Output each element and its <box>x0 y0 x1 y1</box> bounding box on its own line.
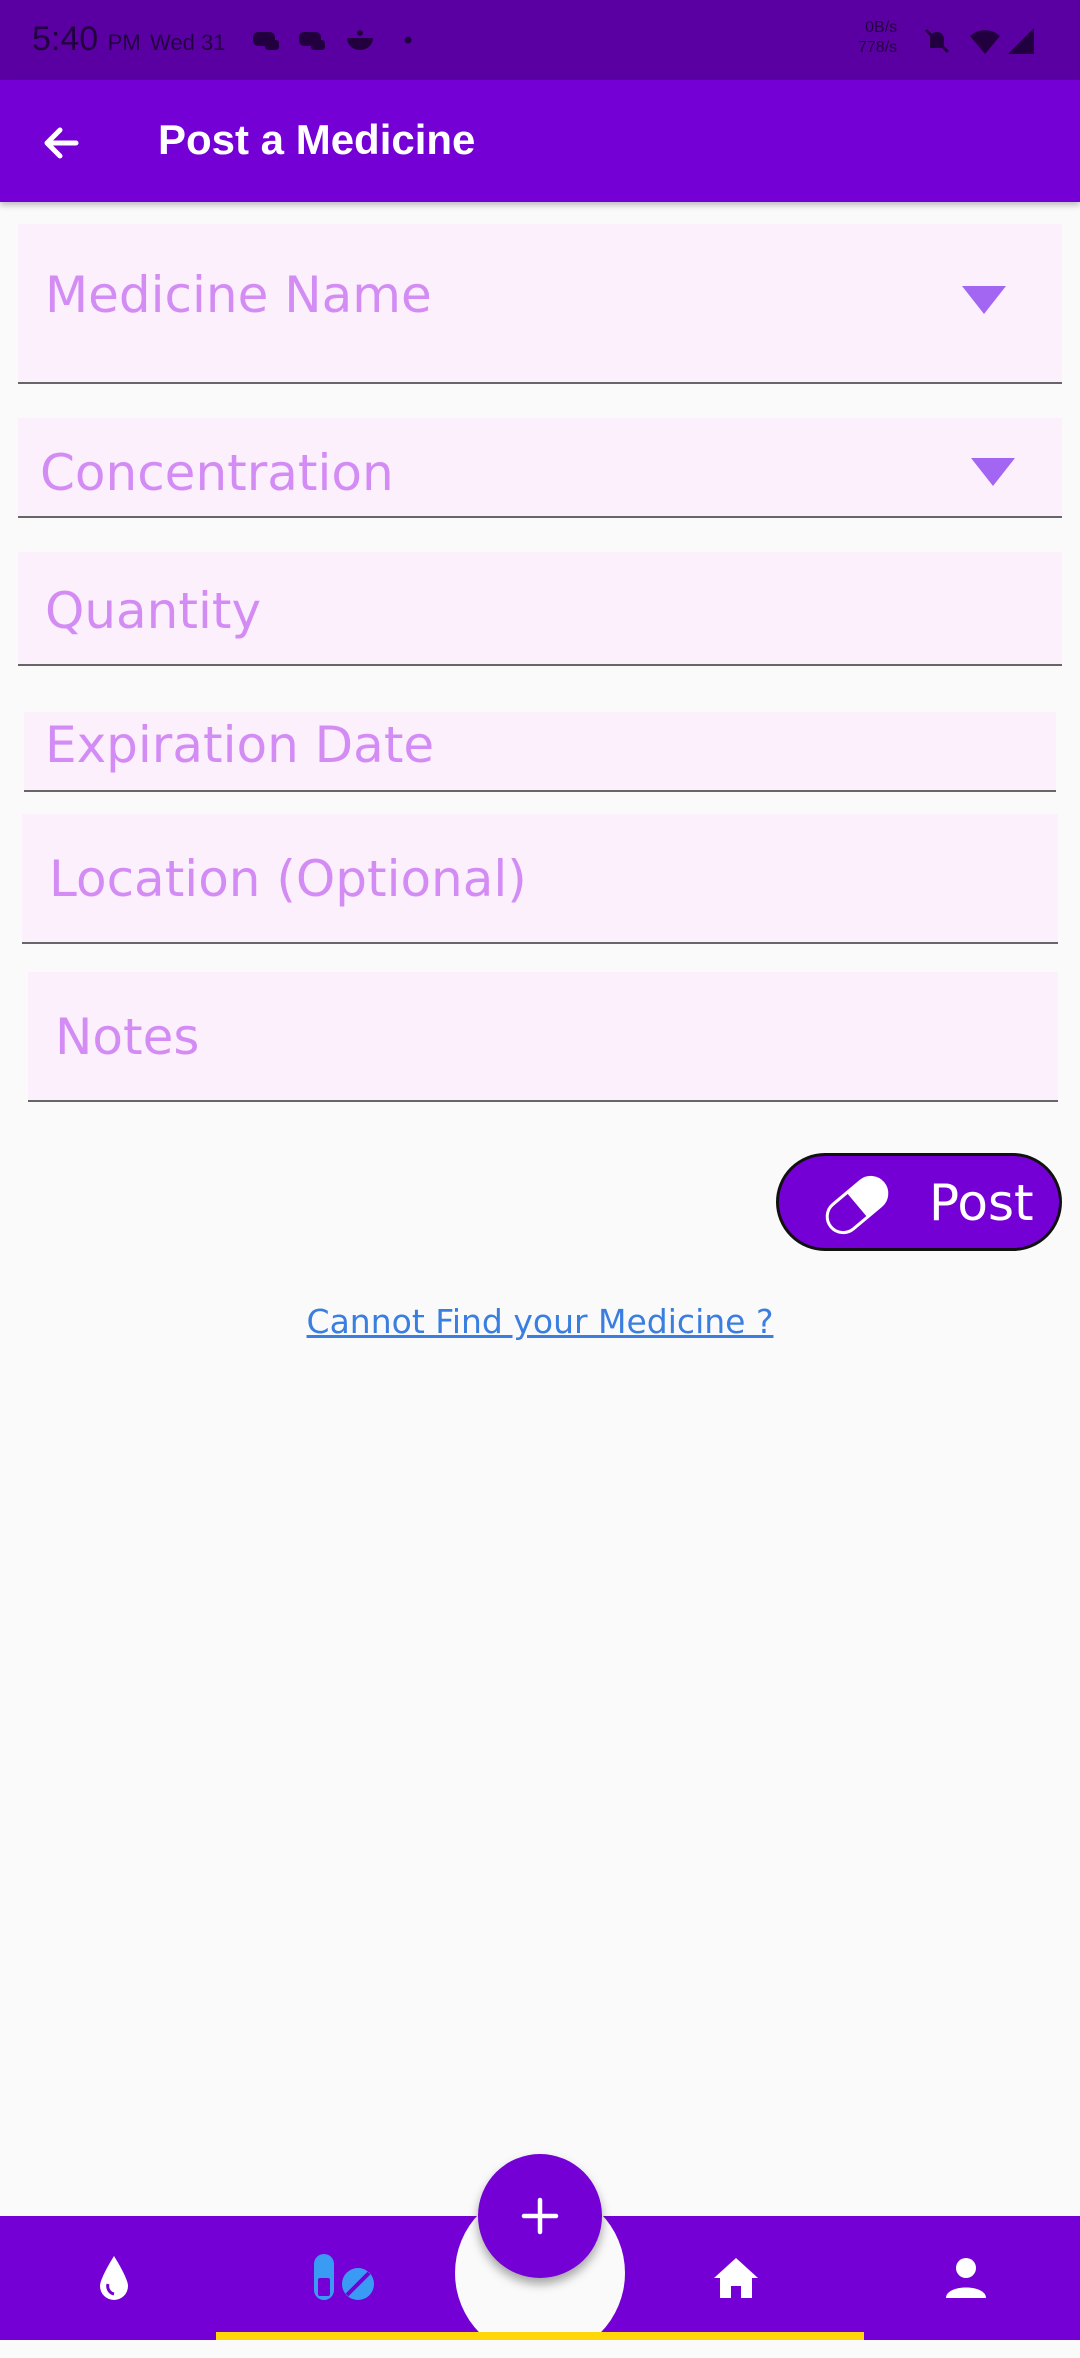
location-field[interactable]: Location (Optional) <box>22 814 1058 944</box>
add-fab-button[interactable] <box>478 2154 602 2278</box>
status-date: Wed 31 <box>150 30 226 55</box>
gesture-indicator-bar <box>216 2332 864 2340</box>
notes-label: Notes <box>55 1008 200 1066</box>
discord-notification-icon-2 <box>299 32 325 50</box>
speed-up: 0B/s <box>865 19 898 36</box>
drop-icon[interactable] <box>84 2248 144 2308</box>
location-label: Location (Optional) <box>49 850 527 908</box>
mute-icon <box>924 28 950 54</box>
pill-icon <box>825 1175 889 1235</box>
home-icon[interactable] <box>706 2248 766 2308</box>
concentration-dropdown[interactable]: Concentration <box>18 418 1062 518</box>
post-button[interactable]: Post <box>776 1153 1062 1251</box>
wifi-icon <box>970 30 1000 54</box>
more-notifications-dot-icon <box>404 36 412 44</box>
expiration-date-field[interactable]: Expiration Date <box>24 712 1056 792</box>
bowl-notification-icon <box>347 30 373 50</box>
chevron-down-icon <box>971 458 1015 486</box>
quantity-label: Quantity <box>45 582 262 640</box>
page-title: Post a Medicine <box>158 116 476 163</box>
app-bar: Post a Medicine <box>0 80 1080 202</box>
status-time-value: 5:40 <box>32 20 99 58</box>
person-icon[interactable] <box>936 2248 996 2308</box>
back-arrow-icon[interactable] <box>36 118 86 168</box>
notes-field[interactable]: Notes <box>28 972 1058 1102</box>
status-bar: 5:40 PM Wed 31 0B/s 778/s <box>0 0 1080 80</box>
signal-icon <box>1008 28 1034 54</box>
concentration-label: Concentration <box>40 444 394 502</box>
post-button-label: Post <box>929 1174 1034 1232</box>
status-ampm: PM <box>107 30 141 55</box>
speed-down: 778/s <box>858 39 898 56</box>
discord-notification-icon <box>253 32 279 50</box>
cannot-find-medicine-link[interactable]: Cannot Find your Medicine ? <box>0 1302 1080 1341</box>
medicine-name-dropdown[interactable]: Medicine Name <box>18 224 1062 384</box>
medicine-name-label: Medicine Name <box>45 266 432 324</box>
plus-icon <box>521 2197 559 2235</box>
chevron-down-icon <box>962 286 1006 314</box>
pills-icon[interactable] <box>310 2248 380 2308</box>
status-time: 5:40 PM <box>32 20 141 59</box>
network-speed: 0B/s 778/s <box>858 18 897 58</box>
expiration-date-label: Expiration Date <box>45 716 435 774</box>
quantity-field[interactable]: Quantity <box>18 552 1062 666</box>
